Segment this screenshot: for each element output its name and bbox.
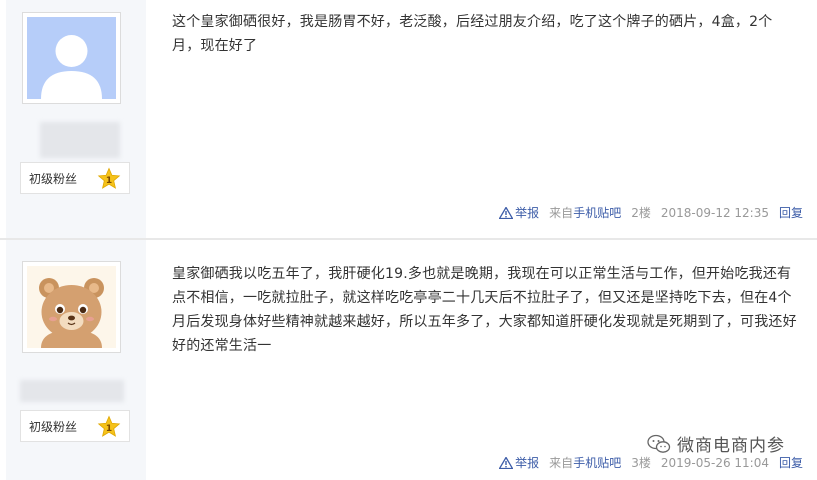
report-link[interactable]: 举报 [499,204,539,221]
avatar[interactable] [22,261,121,353]
post-meta: 举报 来自 手机贴吧 3楼 2019-05-26 11:04 回复 [499,454,803,471]
username-blurred[interactable] [20,380,124,402]
floor-number: 2楼 [631,206,651,220]
reply-link[interactable]: 回复 [779,204,803,221]
default-avatar-icon [27,17,116,99]
wechat-icon [647,434,671,453]
bear-avatar-icon [27,266,116,348]
avatar[interactable] [22,12,121,104]
level-star-icon: 1 [97,415,121,437]
source-app-link[interactable]: 手机贴吧 [573,454,621,471]
watermark-text: 微商电商内参 [677,436,785,456]
rank-level: 1 [106,176,112,186]
rank-level: 1 [106,424,112,434]
rank-badge[interactable]: 初级粉丝 1 [20,410,130,442]
source-app-link[interactable]: 手机贴吧 [573,204,621,221]
post-time: 2019-05-26 11:04 [660,455,769,470]
post-meta: 举报 来自 手机贴吧 2楼 2018-09-12 12:35 回复 [499,204,803,221]
reply-link[interactable]: 回复 [779,454,803,471]
post-content: 这个皇家御硒很好，我是肠胃不好，老泛酸，后经过朋友介绍，吃了这个牌子的硒片，4盒… [172,14,773,54]
report-label: 举报 [515,206,540,220]
username-blurred[interactable] [40,122,120,158]
post-floor-2: 初级粉丝 1 这个皇家御硒很好，我是肠胃不好，老泛酸，后经过朋友介绍，吃了这个牌… [0,0,817,238]
watermark: 微商电商内参 [647,431,785,456]
source-prefix: 来自 [549,206,574,220]
report-label: 举报 [515,456,540,470]
report-link[interactable]: 举报 [499,454,539,471]
post-content: 皇家御硒我以吃五年了，我肝硬化19.多也就是晚期，我现在可以正常生活与工作，但开… [172,266,797,354]
source-prefix: 来自 [549,456,574,470]
post-time: 2018-09-12 12:35 [660,205,769,220]
rank-label: 初级粉丝 [29,171,78,186]
warning-icon [499,456,514,469]
level-star-icon: 1 [97,167,121,189]
rank-label: 初级粉丝 [29,419,78,434]
floor-number: 3楼 [631,456,651,470]
rank-badge[interactable]: 初级粉丝 1 [20,162,130,194]
warning-icon [499,206,514,219]
